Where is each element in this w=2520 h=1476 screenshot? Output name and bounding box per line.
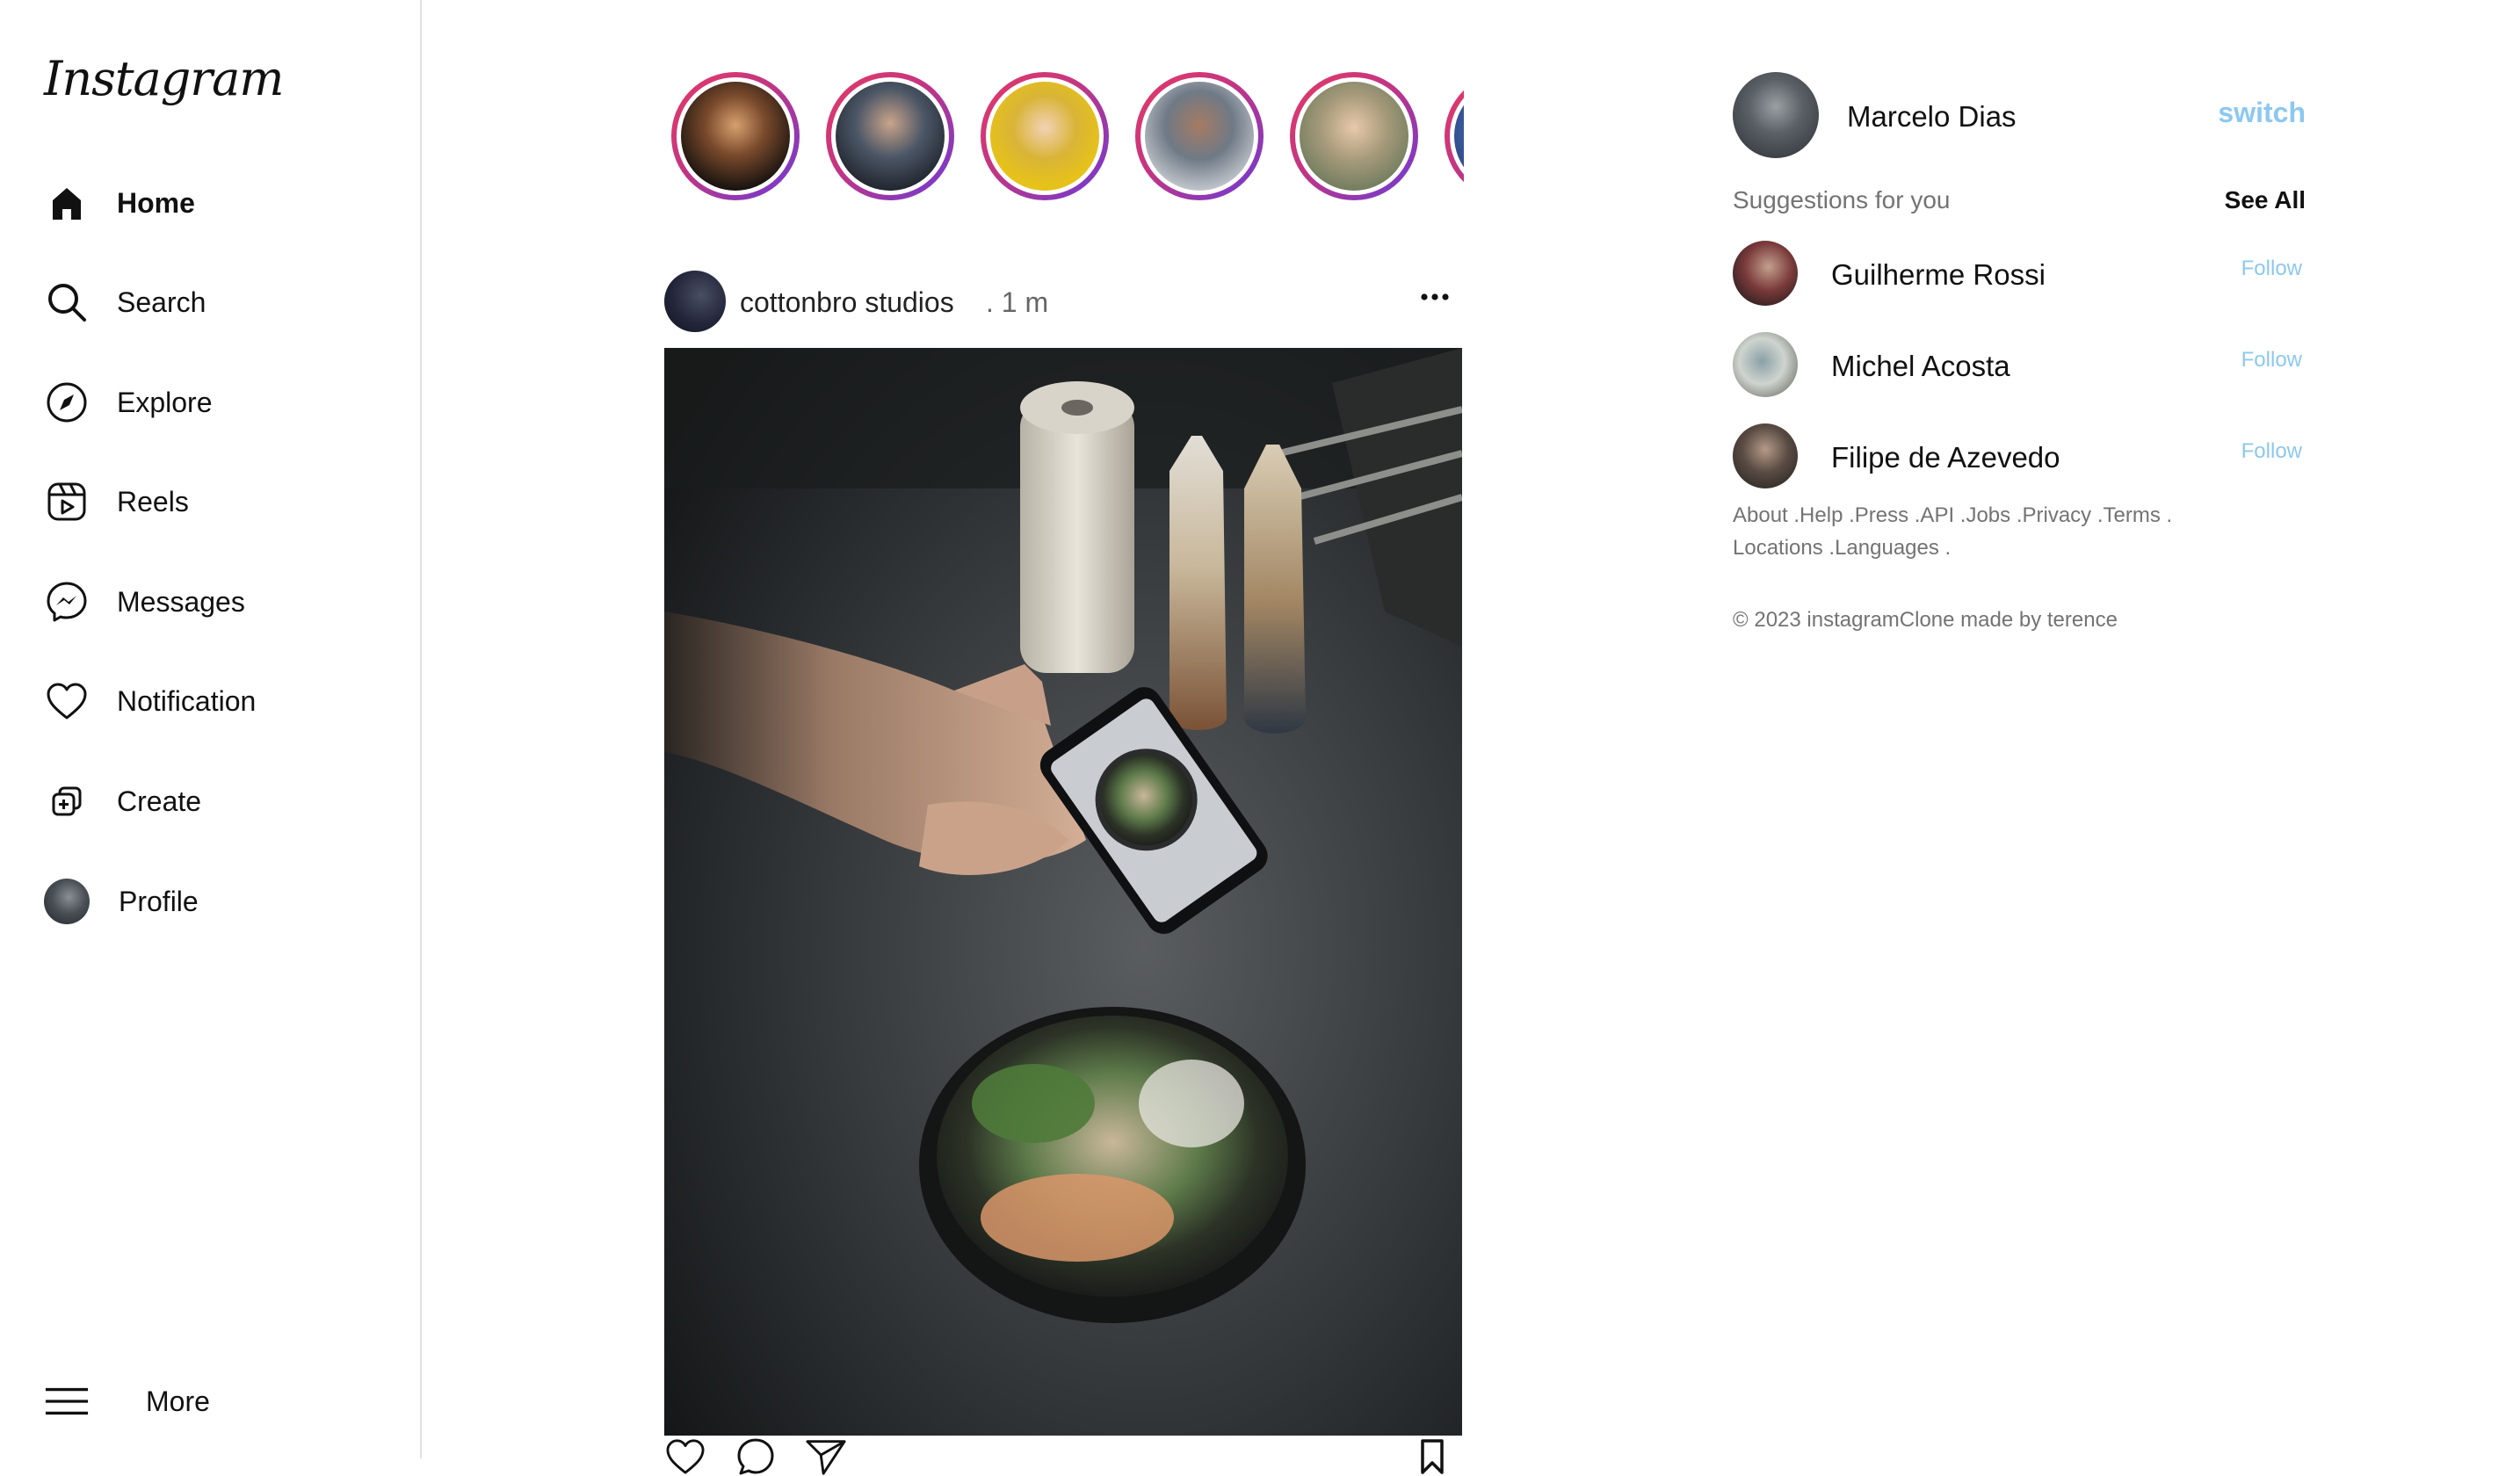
suggestion-name[interactable]: Michel Acosta xyxy=(1831,350,2010,383)
story-avatar[interactable] xyxy=(826,72,954,200)
more-options-icon[interactable] xyxy=(1413,279,1457,315)
menu-icon xyxy=(44,1378,90,1424)
compass-icon xyxy=(44,380,90,425)
create-icon xyxy=(44,778,90,824)
footer-links-line[interactable]: Locations .Languages . xyxy=(1733,532,2260,564)
follow-button[interactable]: Follow xyxy=(2241,348,2302,373)
sidebar-item-create[interactable]: Create xyxy=(44,775,395,828)
sidebar-item-label: Notification xyxy=(117,684,257,717)
suggestion-name[interactable]: Filipe de Azevedo xyxy=(1831,441,2060,474)
post-header: cottonbro studios . 1 m xyxy=(664,269,1462,332)
sidebar-item-profile[interactable]: Profile xyxy=(44,875,395,928)
post-author-avatar[interactable] xyxy=(664,271,726,332)
suggestion-row: Michel Acosta Follow xyxy=(1733,332,2306,399)
sidebar-item-messages[interactable]: Messages xyxy=(44,575,395,628)
footer-links[interactable]: About .Help .Press .API .Jobs .Privacy .… xyxy=(1733,499,2260,564)
bookmark-icon[interactable] xyxy=(1411,1437,1453,1476)
sidebar-item-label: Reels xyxy=(117,485,189,517)
stories-bar xyxy=(668,72,1464,200)
post-image[interactable] xyxy=(664,348,1462,1436)
story-avatar[interactable] xyxy=(981,72,1109,200)
suggestions-title: Suggestions for you xyxy=(1733,186,1951,213)
sidebar-item-label: Create xyxy=(117,785,202,817)
sidebar-item-search[interactable]: Search xyxy=(44,276,395,329)
instagram-logo[interactable]: Instagram xyxy=(44,51,284,106)
heart-icon xyxy=(44,678,90,724)
search-icon xyxy=(44,279,90,325)
follow-button[interactable]: Follow xyxy=(2241,257,2302,281)
sidebar-item-notification[interactable]: Notification xyxy=(44,675,395,727)
avatar[interactable] xyxy=(1733,241,1798,306)
current-user-row: Marcelo Dias switch xyxy=(1733,72,2306,160)
footer-links-line[interactable]: About .Help .Press .API .Jobs .Privacy .… xyxy=(1733,499,2260,532)
switch-account-link[interactable]: switch xyxy=(2218,97,2306,129)
suggestion-row: Filipe de Azevedo Follow xyxy=(1733,423,2306,490)
post-timestamp: . 1 m xyxy=(986,286,1049,318)
sidebar-item-label: Messages xyxy=(117,585,245,618)
reels-icon xyxy=(44,479,90,525)
sidebar-item-label: Search xyxy=(117,286,206,318)
share-icon[interactable] xyxy=(805,1437,847,1476)
current-user-name[interactable]: Marcelo Dias xyxy=(1847,100,2017,134)
sidebar-item-home[interactable]: Home xyxy=(44,177,395,229)
post-username[interactable]: cottonbro studios xyxy=(740,286,954,319)
suggestion-row: Guilherme Rossi Follow xyxy=(1733,241,2306,308)
post-actions xyxy=(664,1437,1462,1476)
follow-button[interactable]: Follow xyxy=(2241,439,2302,464)
sidebar-item-reels[interactable]: Reels xyxy=(44,475,395,528)
avatar xyxy=(44,879,90,924)
sidebar-item-label: More xyxy=(146,1385,210,1417)
story-avatar[interactable] xyxy=(1445,72,1464,200)
sidebar-item-more[interactable]: More xyxy=(44,1375,395,1428)
sidebar-item-explore[interactable]: Explore xyxy=(44,376,395,429)
story-avatar[interactable] xyxy=(671,72,800,200)
messenger-icon xyxy=(44,579,90,625)
sidebar-item-label: Home xyxy=(117,186,195,219)
comment-icon[interactable] xyxy=(735,1437,777,1476)
story-avatar[interactable] xyxy=(1135,72,1264,200)
copyright-text: © 2023 instagramClone made by terence xyxy=(1733,608,2118,632)
avatar[interactable] xyxy=(1733,72,1819,158)
see-all-link[interactable]: See All xyxy=(2223,186,2306,214)
avatar[interactable] xyxy=(1733,423,1798,488)
like-heart-icon[interactable] xyxy=(664,1437,706,1476)
avatar[interactable] xyxy=(1733,332,1798,397)
sidebar-item-label: Profile xyxy=(119,885,199,917)
home-icon xyxy=(44,180,90,226)
suggestion-name[interactable]: Guilherme Rossi xyxy=(1831,258,2046,292)
sidebar-item-label: Explore xyxy=(117,386,213,418)
story-avatar[interactable] xyxy=(1290,72,1418,200)
sidebar: Instagram Home Search Explore Reels Mess… xyxy=(0,0,422,1458)
